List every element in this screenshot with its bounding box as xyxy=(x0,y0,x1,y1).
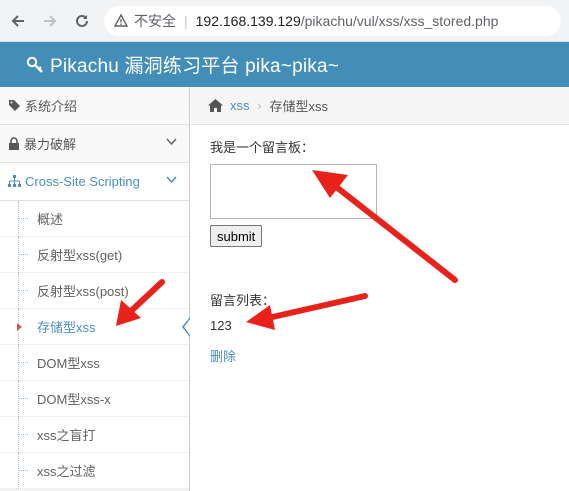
submit-button[interactable]: submit xyxy=(210,225,263,247)
caret-right-icon xyxy=(17,323,22,331)
submenu-item-label: 概述 xyxy=(37,212,64,227)
reload-button[interactable] xyxy=(68,7,96,35)
submenu-item-label: DOM型xss xyxy=(37,356,100,371)
submenu-item-stored[interactable]: 存储型xss xyxy=(0,309,190,345)
wrench-icon xyxy=(26,56,44,74)
browser-toolbar: 不安全 | 192.168.139.129/pikachu/vul/xss/xs… xyxy=(0,0,569,42)
submenu-item-filter[interactable]: xss之过滤 xyxy=(0,453,189,489)
sidebar-item-label: 系统介绍 xyxy=(25,99,78,114)
sitemap-icon xyxy=(8,175,21,187)
submenu-item-label: DOM型xss-x xyxy=(37,392,111,407)
sidebar: 系统介绍 暴力破解 Cross-Site Scripting 概述 反射型xss… xyxy=(0,87,190,491)
app-header: Pikachu 漏洞练习平台 pika~pika~ xyxy=(0,42,569,87)
insecure-label: 不安全 xyxy=(134,12,176,29)
message-list-label: 留言列表： xyxy=(210,293,276,308)
main-content: 我是一个留言板： submit 留言列表： 123 删除 xyxy=(191,125,569,491)
submenu-item-label: 反射型xss(post) xyxy=(37,284,129,299)
address-bar[interactable]: 不安全 | 192.168.139.129/pikachu/vul/xss/xs… xyxy=(104,5,561,36)
breadcrumb: xss › 存储型xss xyxy=(191,87,569,125)
arrow-left-icon xyxy=(11,14,24,27)
url-host: 192.168.139.129 xyxy=(195,12,301,29)
message-textarea[interactable] xyxy=(210,164,377,219)
url-divider: | xyxy=(184,12,188,29)
sidebar-item-label: Cross-Site Scripting xyxy=(25,174,140,189)
tag-icon xyxy=(9,100,20,111)
sidebar-item-intro[interactable]: 系统介绍 xyxy=(0,87,189,125)
reload-icon xyxy=(76,14,88,27)
submenu-item-blind[interactable]: xss之盲打 xyxy=(0,417,189,453)
xss-submenu: 概述 反射型xss(get) 反射型xss(post) 存储型xss DOM型x… xyxy=(0,201,190,489)
submenu-item-dom[interactable]: DOM型xss xyxy=(0,345,189,381)
url-text[interactable]: 192.168.139.129/pikachu/vul/xss/xss_stor… xyxy=(196,13,499,29)
security-indicator[interactable]: 不安全 xyxy=(114,11,176,31)
app-title[interactable]: Pikachu 漏洞练习平台 pika~pika~ xyxy=(50,51,339,78)
message-board-label: 我是一个留言板： xyxy=(210,140,315,155)
breadcrumb-separator: › xyxy=(257,98,262,113)
submenu-item-label: xss之过滤 xyxy=(37,464,96,479)
chevron-down-icon xyxy=(166,176,177,184)
lock-icon xyxy=(9,137,19,150)
chevron-down-icon xyxy=(166,138,177,146)
submenu-item-label: 存储型xss xyxy=(37,320,96,335)
submenu-item-label: 反射型xss(get) xyxy=(37,248,123,263)
submenu-item-dom-x[interactable]: DOM型xss-x xyxy=(0,381,189,417)
submenu-item-reflected-get[interactable]: 反射型xss(get) xyxy=(0,237,189,273)
sidebar-item-xss[interactable]: Cross-Site Scripting xyxy=(0,163,189,201)
message-content: 123 xyxy=(210,318,232,333)
forward-button[interactable] xyxy=(36,7,64,35)
home-icon[interactable] xyxy=(207,98,224,113)
breadcrumb-current: 存储型xss xyxy=(269,99,329,114)
warning-icon xyxy=(114,14,128,27)
delete-link[interactable]: 删除 xyxy=(210,346,236,365)
breadcrumb-link-xss[interactable]: xss xyxy=(230,98,250,113)
submenu-item-label: xss之盲打 xyxy=(37,428,96,443)
back-button[interactable] xyxy=(4,7,32,35)
arrow-right-icon xyxy=(44,14,57,27)
sidebar-item-label: 暴力破解 xyxy=(24,137,77,152)
sidebar-item-bruteforce[interactable]: 暴力破解 xyxy=(0,125,189,163)
url-path: /pikachu/vul/xss/xss_stored.php xyxy=(300,12,499,29)
submenu-item-overview[interactable]: 概述 xyxy=(0,201,189,237)
submenu-item-reflected-post[interactable]: 反射型xss(post) xyxy=(0,273,189,309)
